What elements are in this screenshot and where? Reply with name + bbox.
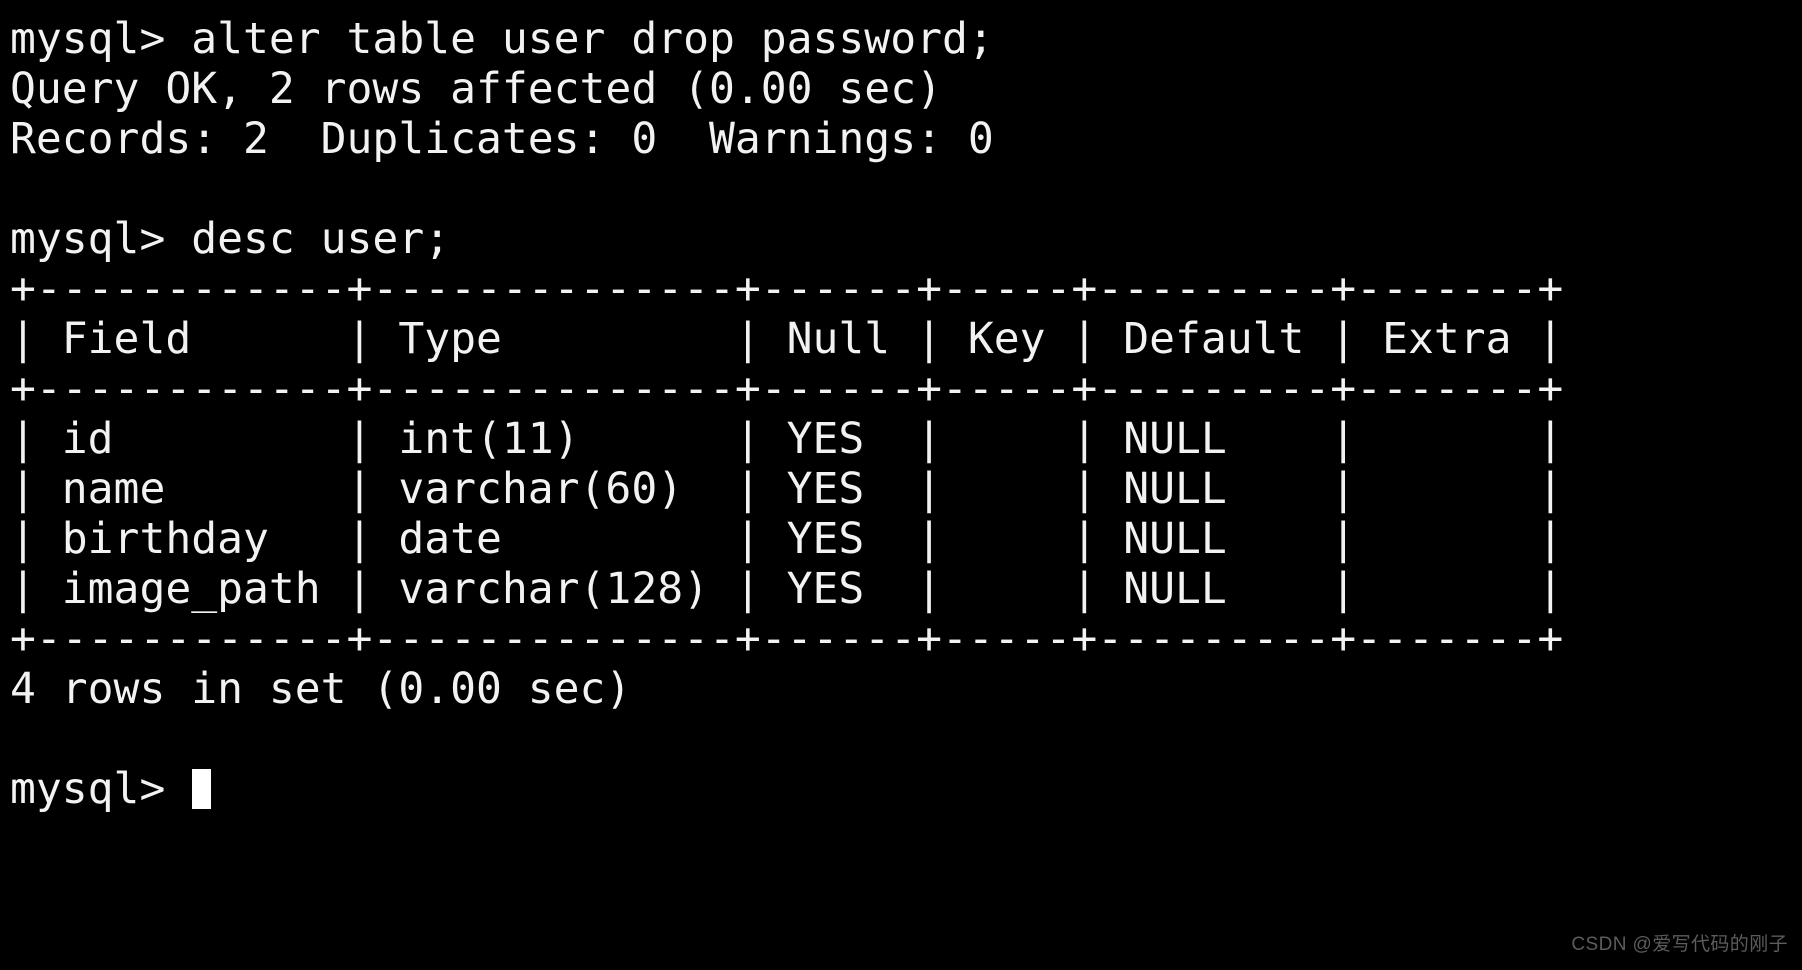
terminal-window[interactable]: mysql> alter table user drop password; Q…	[0, 0, 1802, 970]
table-border-bottom: +------------+--------------+------+----…	[10, 614, 1564, 664]
prompt-label: mysql>	[10, 764, 192, 814]
table-border-header: +------------+--------------+------+----…	[10, 364, 1564, 414]
table-row: | birthday | date | YES | | NULL | |	[10, 514, 1564, 564]
terminal-line-query-ok: Query OK, 2 rows affected (0.00 sec)	[10, 64, 942, 114]
csdn-watermark: CSDN @爱写代码的刚子	[1571, 934, 1788, 955]
table-row: | image_path | varchar(128) | YES | | NU…	[10, 564, 1564, 614]
terminal-line-alter-command: mysql> alter table user drop password;	[10, 14, 994, 64]
terminal-line-records-summary: Records: 2 Duplicates: 0 Warnings: 0	[10, 114, 994, 164]
table-row: | name | varchar(60) | YES | | NULL | |	[10, 464, 1564, 514]
terminal-line-desc-command: mysql> desc user;	[10, 214, 451, 264]
terminal-line-blank-2	[10, 714, 1802, 764]
table-row: | id | int(11) | YES | | NULL | |	[10, 414, 1564, 464]
text-cursor	[192, 769, 212, 809]
terminal-line-rows-in-set: 4 rows in set (0.00 sec)	[10, 664, 632, 714]
table-header-row: | Field | Type | Null | Key | Default | …	[10, 314, 1564, 364]
terminal-prompt-line[interactable]: mysql>	[10, 764, 1802, 814]
table-border-top: +------------+--------------+------+----…	[10, 264, 1564, 314]
terminal-line-blank-1	[10, 164, 1802, 214]
